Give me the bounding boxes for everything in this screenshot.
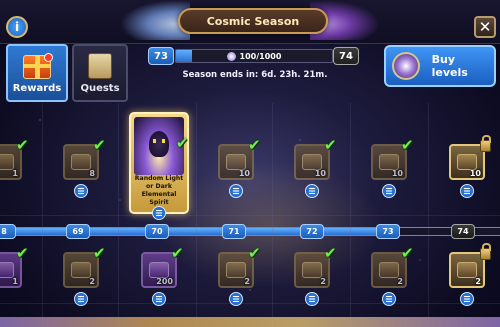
reward-count: 10 bbox=[238, 169, 250, 178]
season-points-text: 100/1000 bbox=[239, 51, 282, 61]
reward-info-icon[interactable] bbox=[229, 184, 243, 198]
treasure-chest-icon bbox=[379, 262, 399, 278]
claimed-check-icon: ✔ bbox=[248, 136, 261, 154]
scroll-icon bbox=[88, 53, 112, 79]
treasure-chest-icon bbox=[457, 154, 477, 170]
reward-info-icon[interactable] bbox=[74, 184, 88, 198]
reward-info-icon[interactable] bbox=[152, 206, 166, 220]
current-level-badge: 73 bbox=[148, 47, 174, 65]
claimed-check-icon: ✔ bbox=[401, 136, 414, 154]
tab-quests[interactable]: Quests bbox=[72, 44, 128, 102]
reward-info-icon[interactable] bbox=[460, 184, 474, 198]
next-level-badge: 74 bbox=[333, 47, 359, 65]
top-banner: Cosmic Season i ✕ bbox=[0, 0, 500, 44]
treasure-chest-icon bbox=[71, 262, 91, 278]
claimed-check-icon: ✔ bbox=[171, 244, 184, 262]
reward-count: 2 bbox=[320, 277, 326, 286]
spirit-chest-icon bbox=[149, 262, 169, 278]
treasure-chest-icon bbox=[457, 262, 477, 278]
reward-count: 10 bbox=[469, 169, 481, 178]
level-track-fill bbox=[0, 228, 395, 235]
track-level-badge: 69 bbox=[66, 224, 90, 239]
reward-info-icon[interactable] bbox=[229, 292, 243, 306]
buy-levels-label: Buy levels bbox=[431, 53, 468, 79]
tab-rewards[interactable]: Rewards bbox=[6, 44, 68, 102]
reward-info-icon[interactable] bbox=[74, 292, 88, 306]
reward-info-icon[interactable] bbox=[460, 292, 474, 306]
reward-info-icon[interactable] bbox=[382, 292, 396, 306]
claimed-check-icon: ✔ bbox=[93, 136, 106, 154]
treasure-chest-icon bbox=[302, 262, 322, 278]
featured-reward-card[interactable]: Random Light or Dark Elemental Spirit bbox=[129, 112, 189, 214]
reward-count: 2 bbox=[475, 277, 481, 286]
reward-track: Random Light or Dark Elemental Spirit 1 ✔… bbox=[0, 103, 500, 327]
season-points-icon bbox=[226, 51, 236, 61]
spirit-chest-icon bbox=[0, 262, 14, 278]
track-level-badge: 8 bbox=[0, 224, 16, 239]
buy-levels-button[interactable]: Buy levels bbox=[384, 45, 496, 87]
reward-count: 1 bbox=[12, 277, 18, 286]
claimed-check-icon: ✔ bbox=[401, 244, 414, 262]
lock-icon bbox=[480, 135, 491, 152]
gift-icon bbox=[23, 53, 53, 79]
treasure-chest-icon bbox=[379, 154, 399, 170]
reward-info-icon[interactable] bbox=[382, 184, 396, 198]
claimed-check-icon: ✔ bbox=[324, 136, 337, 154]
season-progress-bar: 100/1000 bbox=[175, 49, 333, 63]
track-level-badge: 72 bbox=[300, 224, 324, 239]
track-level-badge: 70 bbox=[145, 224, 169, 239]
treasure-chest-icon bbox=[302, 154, 322, 170]
window-title: Cosmic Season bbox=[178, 8, 328, 34]
notification-dot bbox=[44, 53, 53, 62]
treasure-chest-icon bbox=[226, 262, 246, 278]
treasure-chest-icon bbox=[0, 154, 14, 170]
season-ends-text: Season ends in: 6d. 23h. 21m. bbox=[182, 70, 328, 80]
lock-icon bbox=[480, 243, 491, 260]
reward-count: 2 bbox=[397, 277, 403, 286]
treasure-chest-icon bbox=[226, 154, 246, 170]
reward-count: 8 bbox=[89, 169, 95, 178]
reward-count: 2 bbox=[244, 277, 250, 286]
track-level-badge: 73 bbox=[376, 224, 400, 239]
reward-count: 200 bbox=[156, 277, 173, 286]
reward-info-icon[interactable] bbox=[305, 292, 319, 306]
claimed-check-icon: ✔ bbox=[176, 134, 189, 152]
claimed-check-icon: ✔ bbox=[16, 244, 29, 262]
info-icon[interactable]: i bbox=[6, 16, 28, 38]
claimed-check-icon: ✔ bbox=[248, 244, 261, 262]
reward-count: 10 bbox=[391, 169, 403, 178]
reward-info-icon[interactable] bbox=[152, 292, 166, 306]
claimed-check-icon: ✔ bbox=[93, 244, 106, 262]
treasure-chest-icon bbox=[71, 154, 91, 170]
reward-count: 10 bbox=[314, 169, 326, 178]
row-divider bbox=[0, 215, 500, 216]
reward-count: 2 bbox=[89, 277, 95, 286]
bottom-decoration bbox=[0, 317, 500, 327]
track-level-badge: 74 bbox=[451, 224, 475, 239]
reward-info-icon[interactable] bbox=[305, 184, 319, 198]
claimed-check-icon: ✔ bbox=[16, 136, 29, 154]
track-level-badge: 71 bbox=[222, 224, 246, 239]
featured-reward-label: Random Light or Dark Elemental Spirit bbox=[134, 175, 184, 206]
season-orb-icon bbox=[392, 52, 420, 80]
tab-rewards-label: Rewards bbox=[12, 83, 62, 94]
claimed-check-icon: ✔ bbox=[324, 244, 337, 262]
tab-quests-label: Quests bbox=[80, 83, 120, 94]
close-icon[interactable]: ✕ bbox=[474, 16, 496, 38]
reward-count: 1 bbox=[12, 169, 18, 178]
